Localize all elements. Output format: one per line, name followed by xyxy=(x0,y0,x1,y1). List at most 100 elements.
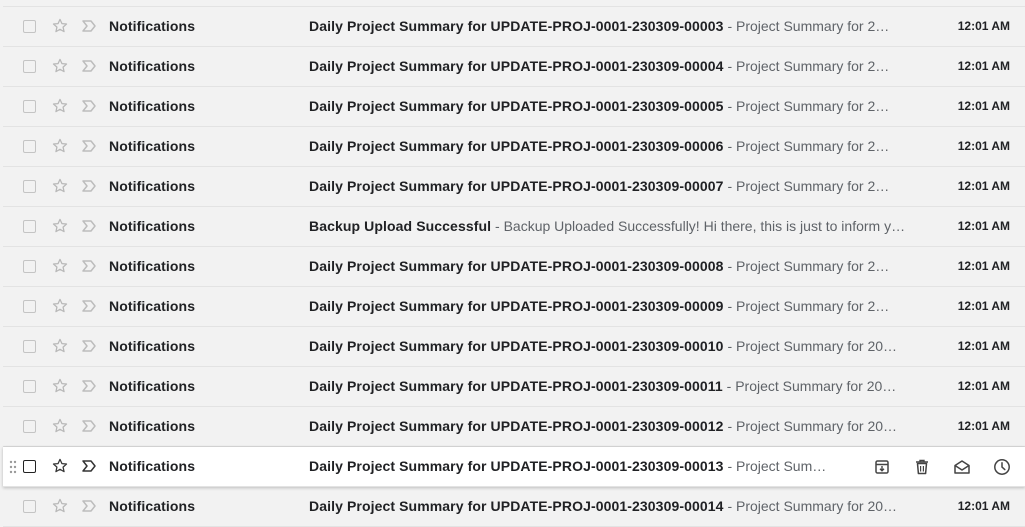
subject-separator: - xyxy=(727,18,733,34)
sender-name: Notifications xyxy=(109,178,196,194)
subject-separator: - xyxy=(727,138,733,154)
email-snippet: Project Summary for 2… xyxy=(736,138,890,154)
important-marker-icon[interactable] xyxy=(81,58,97,74)
sender-name: Notifications xyxy=(109,138,196,154)
select-checkbox[interactable] xyxy=(23,180,36,193)
star-icon[interactable] xyxy=(51,97,69,115)
important-marker-icon[interactable] xyxy=(81,418,97,434)
star-icon[interactable] xyxy=(51,377,69,395)
trash-icon[interactable] xyxy=(912,457,932,477)
email-row[interactable]: Notifications Daily Project Summary for U… xyxy=(3,6,1025,47)
email-row[interactable]: Notifications Daily Project Summary for U… xyxy=(3,127,1025,167)
important-marker-icon[interactable] xyxy=(81,218,97,234)
email-preview: Backup Upload Successful - Backup Upload… xyxy=(309,218,915,234)
sender-name: Notifications xyxy=(109,298,196,314)
email-row[interactable]: Notifications Daily Project Summary for U… xyxy=(3,407,1025,447)
email-preview: Daily Project Summary for UPDATE-PROJ-00… xyxy=(309,378,915,394)
email-preview: Daily Project Summary for UPDATE-PROJ-00… xyxy=(309,498,915,514)
email-row[interactable]: Notifications Backup Upload Successful - … xyxy=(3,207,1025,247)
email-row[interactable]: Notifications Daily Project Summary for U… xyxy=(3,327,1025,367)
select-checkbox[interactable] xyxy=(23,140,36,153)
select-checkbox[interactable] xyxy=(23,60,36,73)
sender-name: Notifications xyxy=(109,58,196,74)
hover-actions xyxy=(872,457,1012,477)
email-row[interactable]: Notifications Daily Project Summary for U… xyxy=(3,487,1025,527)
email-snippet: Project Summary for 20… xyxy=(736,418,898,434)
email-row[interactable]: Notifications Daily Project Summary for U… xyxy=(3,247,1025,287)
email-row[interactable]: Notifications Daily Project Summary for U… xyxy=(3,87,1025,127)
snooze-icon[interactable] xyxy=(992,457,1012,477)
sender-name: Notifications xyxy=(109,418,196,434)
star-icon[interactable] xyxy=(51,497,69,515)
email-snippet: Project Sum… xyxy=(736,458,827,474)
select-checkbox[interactable] xyxy=(23,300,36,313)
star-icon[interactable] xyxy=(51,457,69,475)
subject-separator: - xyxy=(727,178,733,194)
email-snippet: Project Summary for 20… xyxy=(736,338,898,354)
important-marker-icon[interactable] xyxy=(81,498,97,514)
select-checkbox[interactable] xyxy=(23,20,36,33)
email-snippet: Project Summary for 2… xyxy=(736,258,890,274)
sender-name: Notifications xyxy=(109,98,196,114)
important-marker-icon[interactable] xyxy=(81,258,97,274)
select-checkbox[interactable] xyxy=(23,100,36,113)
star-icon[interactable] xyxy=(51,417,69,435)
important-marker-icon[interactable] xyxy=(81,178,97,194)
subject-separator: - xyxy=(727,98,733,114)
star-icon[interactable] xyxy=(51,297,69,315)
important-marker-icon[interactable] xyxy=(81,458,97,474)
email-time: 12:01 AM xyxy=(957,379,1010,393)
important-marker-icon[interactable] xyxy=(81,298,97,314)
star-icon[interactable] xyxy=(51,137,69,155)
email-list: Notifications Daily Project Summary for U… xyxy=(3,6,1025,527)
select-checkbox[interactable] xyxy=(23,220,36,233)
select-checkbox[interactable] xyxy=(23,340,36,353)
email-subject: Daily Project Summary for UPDATE-PROJ-00… xyxy=(309,298,724,314)
star-icon[interactable] xyxy=(51,257,69,275)
email-preview: Daily Project Summary for UPDATE-PROJ-00… xyxy=(309,298,915,314)
email-preview: Daily Project Summary for UPDATE-PROJ-00… xyxy=(309,18,915,34)
subject-separator: - xyxy=(727,58,733,74)
email-row[interactable]: Notifications Daily Project Summary for U… xyxy=(3,287,1025,327)
email-preview: Daily Project Summary for UPDATE-PROJ-00… xyxy=(309,458,841,474)
select-checkbox[interactable] xyxy=(23,380,36,393)
star-icon[interactable] xyxy=(51,17,69,35)
drag-handle-icon[interactable] xyxy=(9,460,17,474)
star-icon[interactable] xyxy=(51,177,69,195)
email-row[interactable]: Notifications Daily Project Summary for U… xyxy=(3,447,1025,487)
archive-icon[interactable] xyxy=(872,457,892,477)
email-time: 12:01 AM xyxy=(957,499,1010,513)
email-preview: Daily Project Summary for UPDATE-PROJ-00… xyxy=(309,58,915,74)
sender-name: Notifications xyxy=(109,258,196,274)
email-subject: Daily Project Summary for UPDATE-PROJ-00… xyxy=(309,178,724,194)
email-preview: Daily Project Summary for UPDATE-PROJ-00… xyxy=(309,98,915,114)
subject-separator: - xyxy=(727,458,733,474)
star-icon[interactable] xyxy=(51,57,69,75)
email-row[interactable]: Notifications Daily Project Summary for U… xyxy=(3,47,1025,87)
mark-as-read-icon[interactable] xyxy=(952,457,972,477)
email-subject: Daily Project Summary for UPDATE-PROJ-00… xyxy=(309,378,723,394)
star-icon[interactable] xyxy=(51,217,69,235)
select-checkbox[interactable] xyxy=(23,420,36,433)
sender-name: Notifications xyxy=(109,458,196,474)
important-marker-icon[interactable] xyxy=(81,338,97,354)
select-checkbox[interactable] xyxy=(23,260,36,273)
important-marker-icon[interactable] xyxy=(81,138,97,154)
star-icon[interactable] xyxy=(51,337,69,355)
email-time: 12:01 AM xyxy=(957,59,1010,73)
subject-separator: - xyxy=(495,218,500,234)
important-marker-icon[interactable] xyxy=(81,98,97,114)
important-marker-icon[interactable] xyxy=(81,378,97,394)
email-row[interactable]: Notifications Daily Project Summary for U… xyxy=(3,167,1025,207)
email-time: 12:01 AM xyxy=(957,19,1010,33)
email-subject: Daily Project Summary for UPDATE-PROJ-00… xyxy=(309,338,724,354)
email-preview: Daily Project Summary for UPDATE-PROJ-00… xyxy=(309,178,915,194)
important-marker-icon[interactable] xyxy=(81,18,97,34)
select-checkbox[interactable] xyxy=(23,460,36,473)
email-row[interactable]: Notifications Daily Project Summary for U… xyxy=(3,367,1025,407)
sender-name: Notifications xyxy=(109,498,196,514)
select-checkbox[interactable] xyxy=(23,500,36,513)
email-preview: Daily Project Summary for UPDATE-PROJ-00… xyxy=(309,338,915,354)
email-snippet: Project Summary for 2… xyxy=(736,58,890,74)
sender-name: Notifications xyxy=(109,378,196,394)
